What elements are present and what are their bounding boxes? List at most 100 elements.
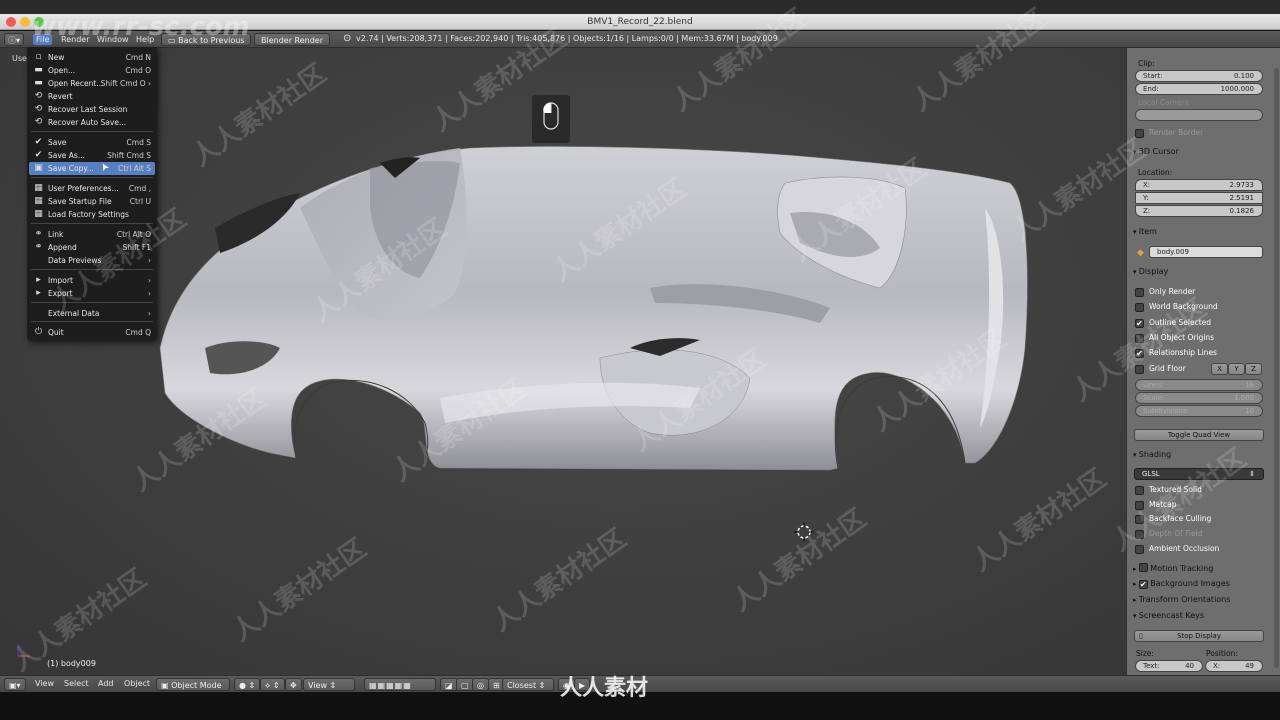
shading-mode-select[interactable]: GLSL ⇕ [1134, 468, 1264, 480]
file-menu-item-label: Import [48, 276, 73, 285]
file-menu-item[interactable]: ✔ Save Cmd S [29, 136, 155, 149]
background-images-header[interactable]: ✔ Background Images [1133, 579, 1230, 589]
close-window-icon[interactable] [6, 17, 16, 27]
screencast-keys-header[interactable]: Screencast Keys [1133, 611, 1204, 620]
file-menu-item-label: Export [48, 289, 73, 298]
file-menu-item[interactable]: ⟲ Recover Auto Save... [29, 116, 155, 129]
item-name-field[interactable]: body.009 [1149, 246, 1263, 258]
file-menu-item[interactable]: ⚭ Link Ctrl Alt O [29, 228, 155, 241]
grid-lines-field[interactable]: Lines: 16 [1135, 379, 1263, 391]
render-border-checkbox[interactable]: Render Border [1135, 127, 1255, 139]
item-name-value: body.009 [1157, 248, 1189, 256]
cursor-x-field[interactable]: X: 2.9733 [1135, 179, 1263, 191]
lock-icon[interactable]: ◪ [440, 678, 458, 691]
menu-select[interactable]: Select [64, 679, 89, 688]
axis-z-toggle[interactable]: Z [1245, 363, 1262, 375]
folder-open-icon: ▬ [34, 78, 43, 88]
background-images-check-icon: ✔ [1138, 580, 1148, 589]
file-menu-item[interactable]: ▬ Open Recent... Shift Cmd O › [29, 77, 155, 90]
menu-object[interactable]: Object [124, 679, 150, 688]
file-menu-item[interactable]: ⟲ Recover Last Session [29, 103, 155, 116]
display-checks-item[interactable]: ✔ Relationship Lines [1135, 347, 1255, 359]
checkbox-label: Matcap [1149, 499, 1177, 509]
file-menu-item[interactable]: ▬ Open... Cmd O [29, 64, 155, 77]
checkbox-label: Outline Selected [1149, 317, 1212, 327]
snap-target-select[interactable]: Closest ⇕ [502, 678, 554, 691]
file-menu-item[interactable]: ▸ Export › [29, 287, 155, 300]
display-checks-item[interactable]: Only Render [1135, 286, 1255, 298]
3d-viewport[interactable]: User (1) body009 [0, 48, 1126, 675]
position-x-key: X: [1213, 662, 1221, 670]
clip-start-field[interactable]: Start: 0.100 [1135, 70, 1263, 82]
pivot-select[interactable]: ⟡ ⇕ [260, 678, 285, 691]
blender-logo-icon: ⊙ [343, 33, 352, 44]
text-size-field[interactable]: Text: 40 [1135, 660, 1203, 672]
clip-end-field[interactable]: End: 1000.000 [1135, 83, 1263, 95]
logo-watermark: 人人素材 [560, 676, 649, 701]
file-menu-item[interactable]: ⟲ Revert [29, 90, 155, 103]
proportional-edit-icon[interactable]: ◎ [472, 678, 489, 691]
panel-scrollbar[interactable] [1274, 68, 1279, 668]
mode-select[interactable]: ▣ Object Mode ⇕ [156, 678, 230, 703]
grid-subdivisions-field[interactable]: Subdivisions: 10 [1135, 405, 1263, 417]
position-x-field[interactable]: X: 49 [1205, 660, 1263, 672]
local-camera-field[interactable] [1135, 109, 1263, 121]
display-checks-item[interactable]: ✔ Outline Selected [1135, 317, 1255, 329]
file-menu: ▫ New Cmd N ▬ Open... Cmd O ▬ Open Recent... Shi… [27, 47, 157, 341]
stop-display-button[interactable]: ▯ Stop Display [1134, 630, 1264, 642]
file-menu-item[interactable]: ▫ New Cmd N [29, 51, 155, 64]
item-panel-header[interactable]: Item [1133, 227, 1157, 236]
file-menu-item-label: Append [48, 243, 77, 252]
grid-subdivisions-key: Subdivisions: [1143, 407, 1190, 415]
file-menu-item[interactable]: ✔ Save As... Shift Cmd S [29, 149, 155, 162]
file-menu-item[interactable]: ▣ Save Copy... Ctrl Alt S [29, 162, 155, 175]
car-body-model[interactable] [0, 48, 1126, 675]
shading-checks-item[interactable]: Depth Of Field [1135, 528, 1255, 540]
menu-view[interactable]: View [35, 679, 54, 688]
shading-checks-item[interactable]: Ambient Occlusion [1135, 543, 1255, 555]
display-panel-header[interactable]: Display [1133, 267, 1169, 276]
display-checks-item[interactable]: World Background [1135, 301, 1255, 313]
manipulator-toggle[interactable]: ✥ [285, 678, 302, 691]
shading-panel-header[interactable]: Shading [1133, 450, 1172, 459]
file-menu-item[interactable]: ▦ User Preferences... Cmd , [29, 182, 155, 195]
grid-scale-field[interactable]: Scale: 1.000 [1135, 392, 1263, 404]
cursor-z-field[interactable]: Z: 0.1826 [1135, 205, 1263, 217]
viewport-shading-select[interactable]: ● ⇕ [234, 678, 261, 691]
object-icon: ◆ [1137, 248, 1144, 258]
shading-checks-item[interactable]: Backface Culling [1135, 513, 1255, 525]
3d-cursor-panel-header[interactable]: 3D Cursor [1133, 147, 1179, 156]
solid-sphere-icon: ● ⇕ [239, 681, 256, 690]
transform-orientations-header[interactable]: Transform Orientations [1133, 595, 1231, 604]
toggle-quad-view-button[interactable]: Toggle Quad View [1134, 429, 1264, 441]
checkbox-empty-icon [1135, 288, 1144, 297]
file-menu-item[interactable]: ⏻ Quit Cmd Q [29, 326, 155, 339]
shading-checks-item[interactable]: Matcap [1135, 499, 1255, 511]
file-menu-item[interactable]: ▦ Save Startup File Ctrl U [29, 195, 155, 208]
checkbox-empty-icon [1135, 303, 1144, 313]
render-border-box [1135, 129, 1144, 138]
file-menu-item[interactable]: ▸ Import › [29, 274, 155, 287]
axis-y-toggle[interactable]: Y [1228, 363, 1245, 375]
file-menu-item[interactable]: ⚭ Append Shift F1 [29, 241, 155, 254]
file-menu-item[interactable]: Data Previews › [29, 254, 155, 267]
layer-buttons[interactable]: ▦▦▦▦▦ [364, 678, 436, 691]
shading-checks-item[interactable]: Textured Solid [1135, 484, 1255, 496]
editor-type-icon[interactable]: ⓘ▾ [4, 33, 25, 46]
motion-tracking-header[interactable]: Motion Tracking [1133, 563, 1213, 573]
display-checks-item[interactable]: All Object Origins [1135, 332, 1255, 344]
menu-add[interactable]: Add [98, 679, 114, 688]
render-engine-select[interactable]: Blender Render ⇕ [254, 33, 330, 58]
axis-x-toggle[interactable]: X [1211, 363, 1228, 375]
render-preview-icon[interactable]: ▢ [456, 678, 474, 691]
file-menu-item[interactable]: ▦ Load Factory Settings [29, 208, 155, 221]
transform-orientation-select[interactable]: View ⇕ [303, 678, 355, 691]
minimize-window-icon[interactable] [20, 17, 30, 27]
cursor-y-field[interactable]: Y: 2.5191 [1135, 192, 1263, 204]
3d-cursor-icon[interactable] [794, 522, 814, 542]
preferences-icon: ▦ [34, 183, 43, 193]
editor-type-icon[interactable]: ▣▾ [4, 678, 26, 691]
file-menu-item[interactable]: External Data › [29, 307, 155, 320]
motion-tracking-label: Motion Tracking [1150, 564, 1214, 573]
file-menu-item-label: Open Recent... [48, 79, 104, 88]
